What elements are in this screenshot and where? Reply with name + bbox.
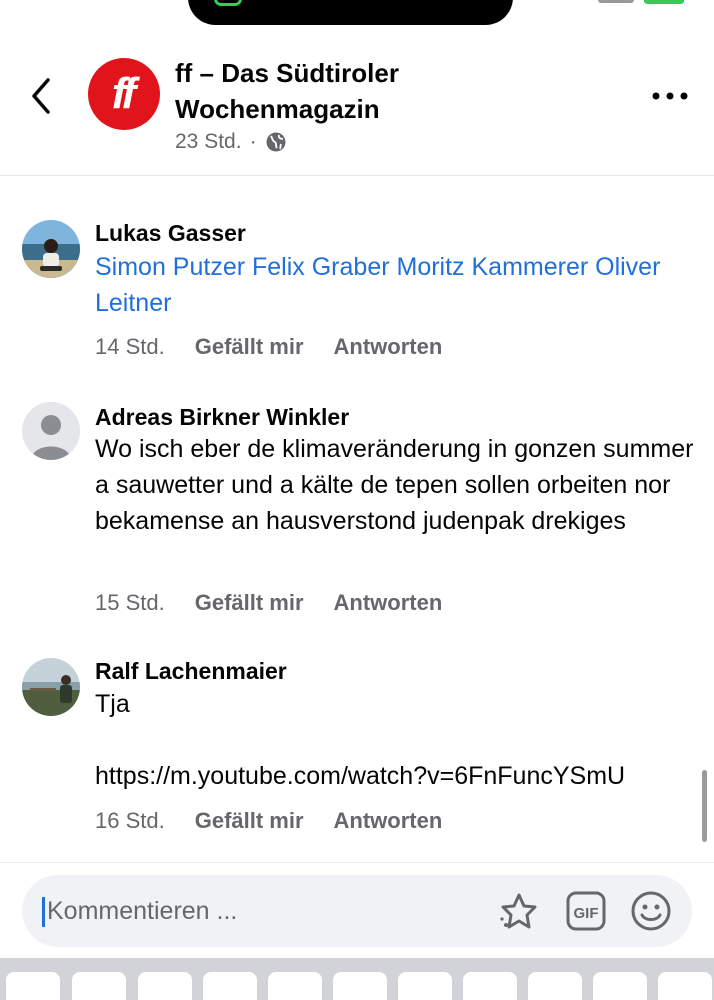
comment-input[interactable]: Kommentieren ... GIF [22, 875, 692, 947]
reply-button[interactable]: Antworten [334, 808, 443, 834]
more-icon[interactable] [650, 90, 690, 102]
keyboard-key[interactable] [658, 972, 712, 1000]
like-button[interactable]: Gefällt mir [195, 334, 304, 360]
comment-text: Tja [95, 690, 130, 718]
comment-composer-bar: Kommentieren ... GIF [0, 862, 714, 961]
logo-text: ff [111, 69, 136, 118]
keyboard-key[interactable] [6, 972, 60, 1000]
reply-button[interactable]: Antworten [334, 334, 443, 360]
post-meta: 23 Std. · [175, 130, 287, 154]
comment-time: 14 Std. [95, 334, 165, 359]
emoji-icon[interactable] [629, 889, 673, 933]
post-time: 23 Std. [175, 130, 242, 153]
comment-author[interactable]: Lukas Gasser [95, 220, 246, 247]
page-avatar[interactable]: ff [88, 58, 160, 130]
comment-placeholder: Kommentieren ... [47, 897, 238, 925]
scrollbar[interactable] [702, 770, 707, 842]
keyboard-key[interactable] [138, 972, 192, 1000]
post-header: ff ff – Das Südtiroler Wochenmagazin 23 … [0, 40, 714, 176]
comment-link[interactable]: https://m.youtube.com/watch?v=6FnFuncYSm… [95, 758, 710, 794]
keyboard [0, 958, 714, 1000]
comment-time: 15 Std. [95, 590, 165, 615]
keyboard-key[interactable] [203, 972, 257, 1000]
signal-icon [598, 0, 634, 3]
gif-icon[interactable]: GIF [564, 889, 608, 933]
keyboard-key[interactable] [463, 972, 517, 1000]
comment-mentions[interactable]: Simon Putzer Felix Graber Moritz Kammere… [95, 249, 675, 321]
reply-button[interactable]: Antworten [334, 590, 443, 616]
meta-separator: · [249, 130, 257, 153]
battery-icon [644, 0, 684, 4]
keyboard-key[interactable] [593, 972, 647, 1000]
comment-time: 16 Std. [95, 808, 165, 833]
comment-actions: 15 Std. Gefällt mir Antworten [95, 590, 472, 616]
sticker-icon[interactable] [497, 889, 541, 933]
keyboard-key[interactable] [268, 972, 322, 1000]
comment-actions: 14 Std. Gefällt mir Antworten [95, 334, 472, 360]
keyboard-key[interactable] [528, 972, 582, 1000]
back-chevron-icon[interactable] [26, 76, 60, 116]
text-caret [42, 897, 45, 927]
comment-text: Wo isch eber de klimaveränderung in gonz… [95, 435, 694, 535]
like-button[interactable]: Gefällt mir [195, 808, 304, 834]
gif-label: GIF [574, 905, 599, 922]
comment-actions: 16 Std. Gefällt mir Antworten [95, 808, 472, 834]
status-bar [0, 0, 714, 40]
avatar[interactable] [22, 220, 80, 278]
globe-icon [266, 132, 286, 152]
comment-author[interactable]: Ralf Lachenmaier [95, 658, 287, 685]
page-title[interactable]: ff – Das Südtiroler Wochenmagazin [175, 55, 595, 127]
like-button[interactable]: Gefällt mir [195, 590, 304, 616]
avatar[interactable] [22, 402, 80, 460]
keyboard-key[interactable] [333, 972, 387, 1000]
avatar[interactable] [22, 658, 80, 716]
comment-author[interactable]: Adreas Birkner Winkler [95, 404, 349, 431]
status-icons [598, 0, 684, 4]
keyboard-key[interactable] [398, 972, 452, 1000]
keyboard-key[interactable] [72, 972, 126, 1000]
call-indicator-icon [214, 0, 242, 6]
